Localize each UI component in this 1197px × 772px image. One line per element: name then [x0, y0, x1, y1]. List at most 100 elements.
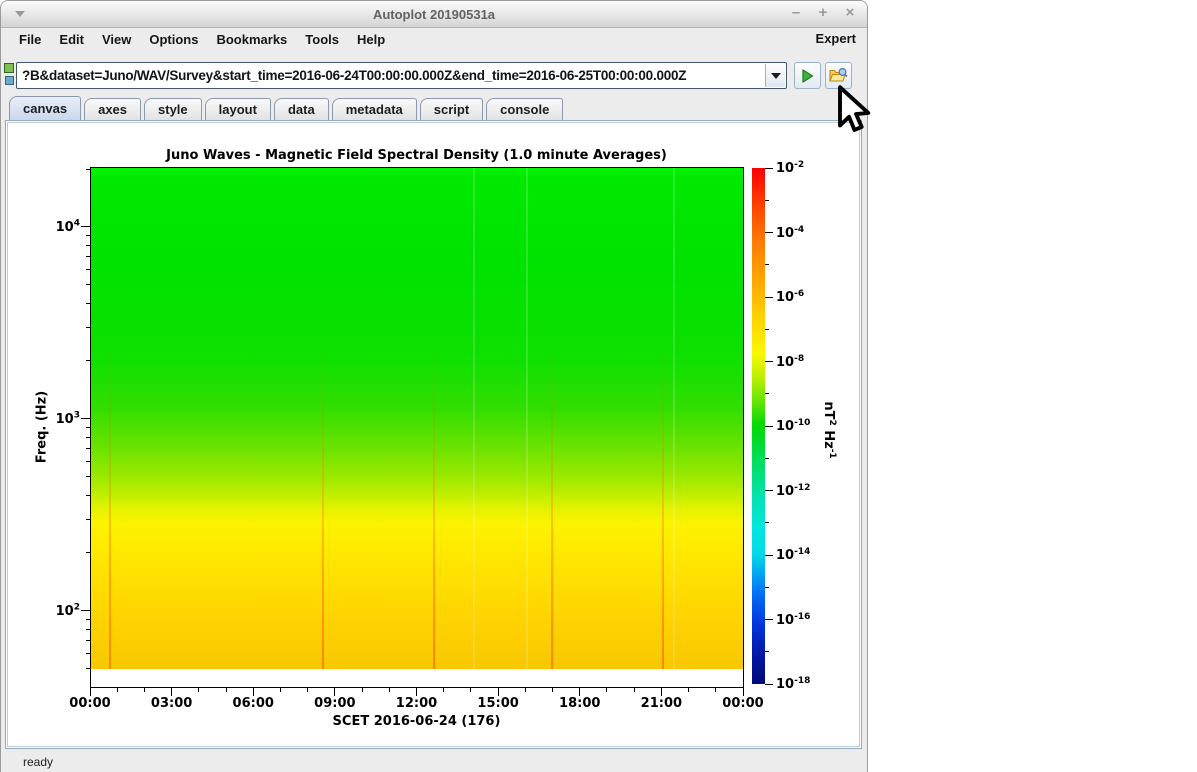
tick-label: 18:00: [559, 696, 601, 711]
tick-mark: [252, 688, 254, 696]
tick-mark: [765, 264, 769, 266]
tick-mark: [198, 688, 200, 692]
tick-mark: [660, 688, 662, 696]
autoplot-window: Autoplot 20190531a – + × File Edit View …: [0, 0, 868, 772]
tick-label: 10-6: [776, 288, 805, 306]
tick-label: 104: [55, 218, 80, 235]
tick-mark: [86, 475, 90, 477]
tick-mark: [765, 232, 773, 233]
spectrogram-texture: [550, 168, 553, 669]
tick-mark: [765, 425, 773, 427]
tick-mark: [765, 586, 769, 588]
tick-label: 03:00: [150, 696, 193, 711]
tick-mark: [86, 460, 90, 462]
tick-mark: [742, 688, 744, 696]
plot-canvas[interactable]: Juno Waves - Magnetic Field Spectral Den…: [5, 120, 862, 749]
tick-mark: [334, 688, 336, 696]
tick-mark: [86, 494, 90, 496]
y-axis-label: Freq. (Hz): [34, 390, 50, 464]
tick-label: 12:00: [395, 696, 438, 711]
tick-mark: [86, 618, 90, 620]
tick-mark: [765, 619, 773, 620]
tick-label: 21:00: [640, 696, 683, 711]
x-axis-label: SCET 2016-06-24 (176): [332, 714, 501, 729]
spectrogram-texture: [473, 168, 476, 669]
tick-mark: [765, 554, 773, 556]
tick-label: 10-4: [776, 224, 805, 241]
tick-mark: [279, 688, 281, 692]
spectrogram-texture: [433, 168, 436, 669]
tick-label: 10-8: [776, 353, 805, 370]
tick-mark: [765, 296, 773, 298]
tick-label: 09:00: [314, 696, 356, 711]
tick-mark: [361, 688, 363, 692]
spectrogram-image[interactable]: [91, 168, 743, 669]
tick-label: 00:00: [722, 696, 764, 711]
tick-mark: [633, 688, 635, 692]
tick-mark: [89, 688, 91, 696]
tick-mark: [86, 360, 90, 362]
tick-mark: [86, 244, 90, 246]
tick-mark: [688, 688, 690, 692]
tick-label: 10-12: [776, 482, 811, 499]
plot-title: Juno Waves - Magnetic Field Spectral Den…: [166, 148, 667, 163]
tick-mark: [86, 518, 90, 520]
spectrogram-plot-area[interactable]: [90, 167, 744, 688]
tick-mark: [86, 302, 90, 304]
tick-mark: [443, 688, 445, 692]
spectrogram-texture: [673, 168, 676, 669]
tick-mark: [116, 688, 118, 692]
tick-mark: [579, 688, 581, 696]
tick-mark: [86, 652, 90, 654]
tick-label: 06:00: [232, 696, 274, 711]
tick-mark: [86, 326, 90, 328]
spectrogram-texture: [322, 168, 325, 669]
tick-label: 10-14: [776, 546, 811, 564]
tick-label: 10-18: [776, 675, 811, 693]
tick-mark: [143, 688, 145, 692]
colorbar: [752, 168, 765, 684]
tick-mark: [171, 688, 173, 696]
tick-mark: [86, 667, 90, 669]
tick-mark: [470, 688, 472, 692]
tick-mark: [765, 328, 769, 330]
tick-mark: [86, 168, 90, 170]
tick-mark: [715, 688, 717, 692]
tick-mark: [765, 199, 769, 201]
tick-mark: [606, 688, 608, 692]
tick-mark: [81, 610, 90, 612]
tick-mark: [552, 688, 554, 692]
tick-mark: [765, 361, 773, 362]
tick-label: 10-16: [776, 611, 811, 628]
tick-mark: [765, 651, 769, 653]
tick-mark: [86, 552, 90, 554]
status-bar: ready: [1, 749, 867, 772]
colorbar-unit-label: nT2 Hz-1: [820, 401, 838, 459]
tick-mark: [765, 490, 773, 491]
tick-mark: [225, 688, 227, 692]
tick-label: 10-2: [776, 159, 805, 177]
tick-mark: [86, 639, 90, 641]
tick-mark: [497, 688, 499, 696]
tick-mark: [765, 522, 769, 524]
mouse-cursor-arrow: [830, 84, 876, 136]
tick-label: 15:00: [477, 696, 519, 711]
tick-mark: [86, 235, 90, 237]
tick-label: 10-10: [776, 417, 811, 435]
tick-mark: [765, 167, 773, 169]
tick-mark: [86, 284, 90, 286]
spectrogram-texture: [525, 168, 528, 669]
spectrogram-texture: [661, 168, 664, 669]
tick-label: 00:00: [69, 696, 111, 711]
tick-mark: [81, 418, 90, 420]
tick-mark: [81, 226, 90, 228]
tick-mark: [86, 268, 90, 270]
tick-mark: [416, 688, 417, 696]
tick-mark: [388, 688, 390, 692]
tick-mark: [765, 393, 769, 395]
status-text: ready: [23, 755, 54, 769]
tick-mark: [765, 457, 769, 459]
tick-label: 103: [55, 410, 80, 427]
spectrogram-texture: [109, 168, 112, 669]
tick-mark: [86, 427, 90, 428]
